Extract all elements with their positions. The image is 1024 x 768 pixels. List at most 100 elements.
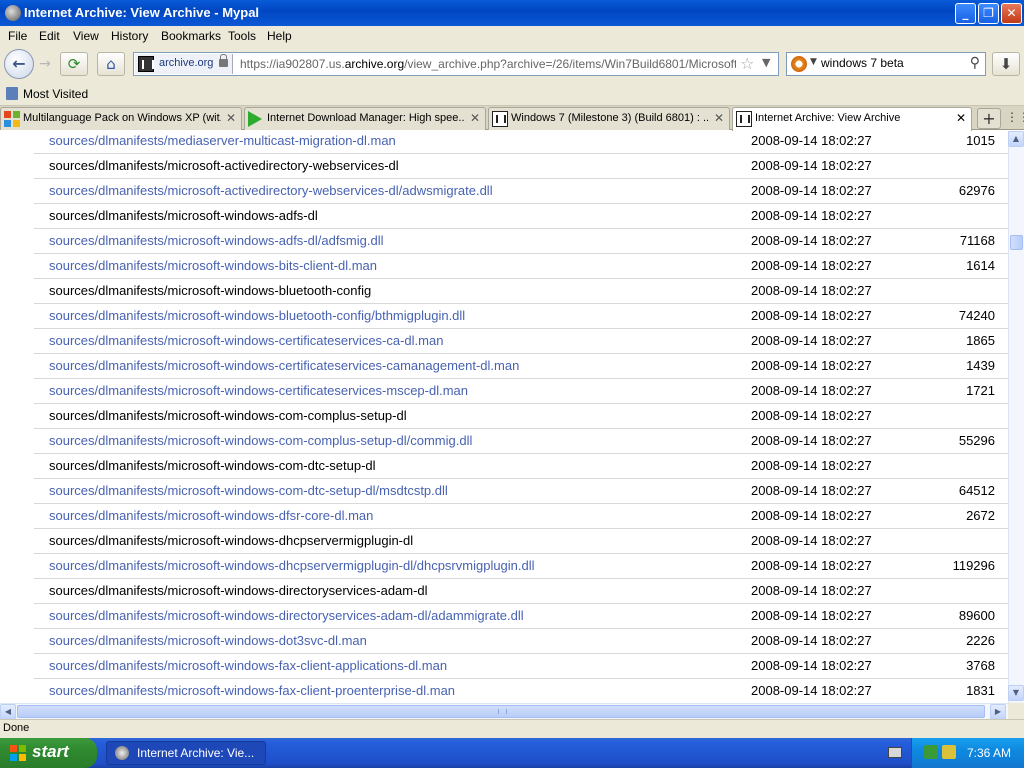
file-date: 2008-09-14 18:02:27 [751,358,872,373]
file-link[interactable]: sources/dlmanifests/microsoft-windows-ad… [49,233,384,248]
file-link[interactable]: sources/dlmanifests/microsoft-windows-co… [49,483,448,498]
scroll-left-icon[interactable]: ◀ [0,704,16,720]
file-row: sources/dlmanifests/microsoft-windows-dh… [0,529,1008,554]
tab-close-icon[interactable]: ✕ [470,111,480,125]
tab-close-icon[interactable]: ✕ [714,111,724,125]
file-date: 2008-09-14 18:02:27 [751,583,872,598]
tab-windows-7-milestone[interactable]: Windows 7 (Milestone 3) (Build 6801) : .… [488,107,730,130]
start-label: start [32,742,69,761]
scroll-up-icon[interactable]: ▲ [1008,131,1024,147]
horizontal-scrollbar[interactable]: ◀ ▶ [0,703,1008,720]
vertical-scroll-thumb[interactable] [1010,235,1023,250]
tab-strip: Multilanguage Pack on Windows XP (wit...… [0,106,1024,131]
file-row: sources/dlmanifests/microsoft-windows-do… [0,629,1008,654]
search-engine-icon[interactable] [791,56,807,72]
file-link[interactable]: sources/dlmanifests/microsoft-windows-do… [49,633,367,648]
menu-help[interactable]: Help [267,29,292,43]
file-date: 2008-09-14 18:02:27 [751,183,872,198]
taskbar-window-label: Internet Archive: Vie... [137,746,255,760]
tab-close-icon[interactable]: ✕ [226,111,236,125]
menu-view[interactable]: View [73,29,99,43]
engine-dropdown-icon[interactable]: ▼ [810,57,817,67]
menu-edit[interactable]: Edit [39,29,60,43]
site-identity-button[interactable]: archive.org [135,54,233,74]
file-link[interactable]: sources/dlmanifests/mediaserver-multicas… [49,133,396,148]
search-icon[interactable]: ⚲ [970,55,980,71]
minimize-button[interactable]: _ [955,3,976,24]
lock-icon [219,54,228,67]
search-input[interactable] [821,56,961,70]
file-date: 2008-09-14 18:02:27 [751,433,872,448]
file-link[interactable]: sources/dlmanifests/microsoft-activedire… [49,183,493,198]
site-identity-label: archive.org [159,57,214,69]
downloads-button[interactable]: ⬇ [992,52,1020,76]
new-tab-button[interactable]: + [977,108,1001,129]
volume-tray-icon[interactable] [942,745,956,759]
url-prefix: https://ia902807.us. [240,57,345,71]
network-tray-icon[interactable] [924,745,938,759]
menu-tools[interactable]: Tools [228,29,256,43]
url-domain: archive.org [344,57,405,71]
directory-name: sources/dlmanifests/microsoft-windows-dh… [49,533,414,548]
file-link[interactable]: sources/dlmanifests/microsoft-windows-di… [49,608,524,623]
tab-list-icon[interactable]: ⋮⋮ [1006,110,1024,124]
file-row: sources/dlmanifests/microsoft-windows-di… [0,604,1008,629]
url-text[interactable]: https://ia902807.us.archive.org/view_arc… [240,57,736,71]
bookmark-star-icon[interactable]: ☆ [740,54,754,73]
tab-internet-download-manager[interactable]: Internet Download Manager: High spee... … [244,107,486,130]
menu-file[interactable]: File [8,29,27,43]
most-visited-bookmark[interactable]: Most Visited [23,87,88,101]
url-dropdown-icon[interactable]: ▼ [762,56,770,69]
file-link[interactable]: sources/dlmanifests/microsoft-windows-df… [49,508,373,523]
url-bar[interactable]: archive.org https://ia902807.us.archive.… [133,52,779,76]
file-link[interactable]: sources/dlmanifests/microsoft-windows-co… [49,433,472,448]
menu-bookmarks[interactable]: Bookmarks [161,29,221,43]
archive-site-icon [138,56,154,72]
file-link[interactable]: sources/dlmanifests/microsoft-windows-bl… [49,308,465,323]
tab-multilanguage-pack[interactable]: Multilanguage Pack on Windows XP (wit...… [0,107,242,130]
taskbar-window-button[interactable]: Internet Archive: Vie... [106,741,266,765]
scroll-down-icon[interactable]: ▼ [1008,685,1024,701]
file-size: 2226 [966,633,995,648]
directory-name: sources/dlmanifests/microsoft-windows-ad… [49,208,318,223]
file-size: 71168 [959,233,995,248]
tab-close-icon[interactable]: ✕ [956,111,966,125]
file-link[interactable]: sources/dlmanifests/microsoft-windows-ce… [49,383,468,398]
keyboard-language-icon[interactable] [888,747,902,758]
file-date: 2008-09-14 18:02:27 [751,258,872,273]
file-size: 119296 [952,558,995,573]
search-box[interactable]: ▼ ⚲ [786,52,986,76]
close-button[interactable]: ✕ [1001,3,1022,24]
file-link[interactable]: sources/dlmanifests/microsoft-windows-fa… [49,658,447,673]
file-link[interactable]: sources/dlmanifests/microsoft-windows-ce… [49,333,443,348]
file-row: sources/dlmanifests/microsoft-windows-ce… [0,354,1008,379]
vertical-scrollbar[interactable]: ▲ ▼ [1008,131,1024,703]
file-link[interactable]: sources/dlmanifests/microsoft-windows-fa… [49,683,455,698]
start-button[interactable]: start [0,738,97,768]
file-link[interactable]: sources/dlmanifests/microsoft-windows-ce… [49,358,519,373]
file-date: 2008-09-14 18:02:27 [751,508,872,523]
file-row: sources/dlmanifests/microsoft-windows-ad… [0,229,1008,254]
file-date: 2008-09-14 18:02:27 [751,608,872,623]
file-date: 2008-09-14 18:02:27 [751,408,872,423]
directory-name: sources/dlmanifests/microsoft-windows-co… [49,408,407,423]
file-row: sources/dlmanifests/microsoft-windows-ad… [0,204,1008,229]
file-link[interactable]: sources/dlmanifests/microsoft-windows-dh… [49,558,535,573]
file-date: 2008-09-14 18:02:27 [751,483,872,498]
scroll-right-icon[interactable]: ▶ [990,704,1006,720]
horizontal-scroll-thumb[interactable] [17,705,985,718]
tab-label: Internet Archive: View Archive [755,112,901,124]
clock[interactable]: 7:36 AM [967,746,1011,760]
reload-button[interactable]: ⟳ [60,52,88,76]
tab-view-archive[interactable]: Internet Archive: View Archive ✕ [732,107,972,131]
menu-history[interactable]: History [111,29,148,43]
file-link[interactable]: sources/dlmanifests/microsoft-windows-bi… [49,258,377,273]
home-button[interactable]: ⌂ [97,52,125,76]
file-row: sources/dlmanifests/microsoft-windows-fa… [0,679,1008,703]
maximize-button[interactable]: ❐ [978,3,999,24]
directory-name: sources/dlmanifests/microsoft-windows-co… [49,458,376,473]
file-row: sources/dlmanifests/mediaserver-multicas… [0,131,1008,154]
forward-button[interactable]: → [36,55,54,73]
mypal-app-icon[interactable] [5,5,21,21]
back-button[interactable]: ← [4,49,34,79]
